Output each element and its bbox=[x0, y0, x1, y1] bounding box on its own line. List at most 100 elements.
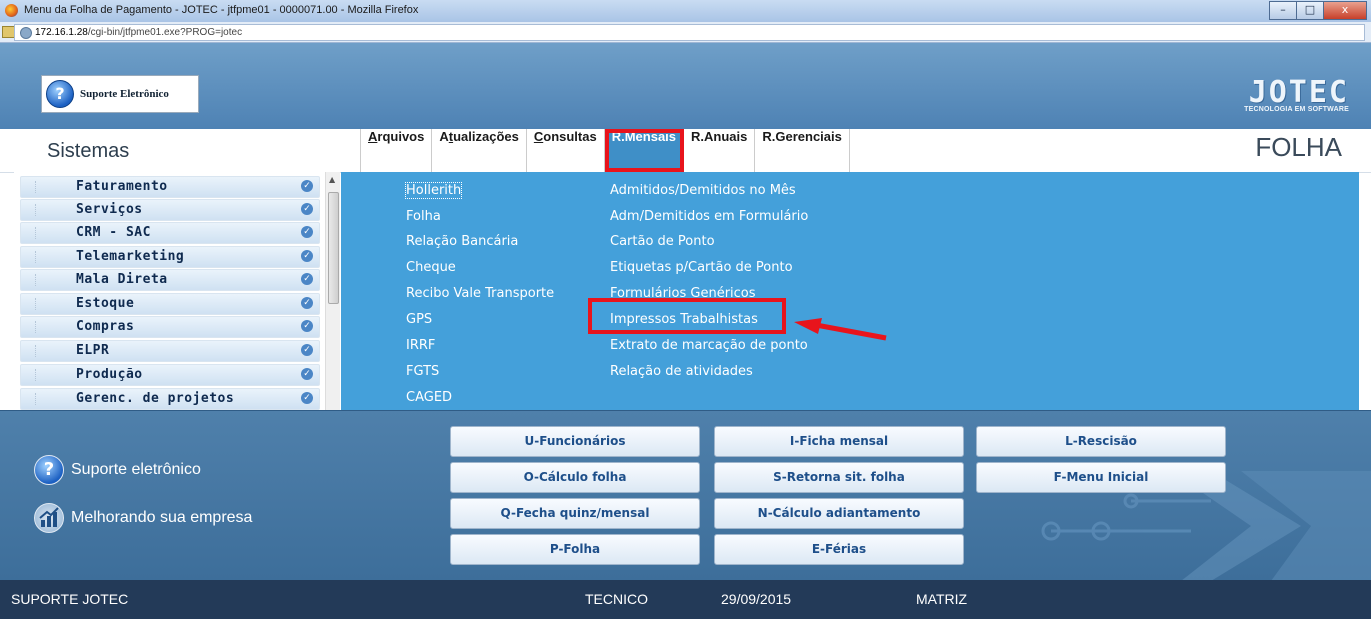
menu-item-relacao-atividades[interactable]: Relação de atividades bbox=[610, 364, 753, 379]
sidebar-item-elpr[interactable]: ELPR ✓ bbox=[20, 340, 320, 362]
l-rescisao-button[interactable]: L-Rescisão bbox=[976, 426, 1226, 457]
scrollbar-thumb[interactable] bbox=[328, 192, 339, 304]
menu-consultas-rest: onsultas bbox=[543, 129, 597, 144]
sidebar-item-label: Produção bbox=[76, 367, 143, 382]
melhorando-empresa-link[interactable]: Melhorando sua empresa bbox=[34, 503, 252, 533]
jotec-logo: JOTEC TECNOLOGIA EM SOFTWARE bbox=[1244, 75, 1349, 114]
menu-consultas[interactable]: Consultas bbox=[527, 129, 605, 172]
sidebar-item-label: Estoque bbox=[76, 296, 135, 311]
red-arrow-icon bbox=[794, 318, 887, 341]
menu-item-folha[interactable]: Folha bbox=[406, 209, 441, 224]
suporte-eletronico-button[interactable]: ? Suporte Eletrônico bbox=[41, 75, 199, 113]
address-bar: 172.16.1.28/cgi-bin/jtfpme01.exe?PROG=jo… bbox=[0, 22, 1371, 43]
sidebar-item-crm-sac[interactable]: CRM - SAC ✓ bbox=[20, 222, 320, 244]
maximize-button[interactable]: □ bbox=[1296, 1, 1324, 20]
sidebar-scrollbar[interactable]: ▲ bbox=[325, 172, 340, 410]
logo-main-text: JOTEC bbox=[1248, 75, 1349, 110]
grip-icon bbox=[35, 204, 38, 216]
check-icon: ✓ bbox=[301, 180, 313, 192]
menu-bar: Sistemas Arquivos Atualizações Consultas… bbox=[0, 129, 1371, 173]
menu-arquivos-accel: A bbox=[368, 129, 378, 144]
grip-icon bbox=[35, 274, 38, 286]
sidebar-item-label: Serviços bbox=[76, 202, 143, 217]
sidebar-item-faturamento[interactable]: Faturamento ✓ bbox=[20, 176, 320, 198]
logo-sub-text: TECNOLOGIA EM SOFTWARE bbox=[1244, 106, 1349, 113]
help-icon: ? bbox=[46, 80, 74, 108]
melhorando-empresa-text: Melhorando sua empresa bbox=[71, 509, 253, 526]
p-folha-button[interactable]: P-Folha bbox=[450, 534, 700, 565]
sidebar-item-label: Compras bbox=[76, 319, 135, 334]
url-path: /cgi-bin/jtfpme01.exe?PROG=jotec bbox=[87, 27, 243, 38]
suporte-eletronico-link[interactable]: ? Suporte eletrônico bbox=[34, 455, 201, 485]
u-funcionarios-button[interactable]: U-Funcionários bbox=[450, 426, 700, 457]
check-icon: ✓ bbox=[301, 320, 313, 332]
i-ficha-mensal-button[interactable]: I-Ficha mensal bbox=[714, 426, 964, 457]
s-retorna-sit-folha-button[interactable]: S-Retorna sit. folha bbox=[714, 462, 964, 493]
menu-consultas-accel: C bbox=[533, 129, 544, 144]
menu-item-recibo-vale-transporte[interactable]: Recibo Vale Transporte bbox=[406, 286, 554, 301]
menu-item-cartao-ponto[interactable]: Cartão de Ponto bbox=[610, 234, 715, 249]
grip-icon bbox=[35, 393, 38, 405]
sidebar-item-label: Faturamento bbox=[76, 179, 168, 194]
status-bar: SUPORTE JOTEC TECNICO 29/09/2015 MATRIZ bbox=[0, 580, 1371, 619]
window-titlebar: Menu da Folha de Pagamento - JOTEC - jtf… bbox=[0, 0, 1371, 23]
menu-item-extrato-marcacao-ponto[interactable]: Extrato de marcação de ponto bbox=[610, 338, 808, 353]
menu-atualizacoes-pre: A bbox=[439, 129, 449, 144]
grip-icon bbox=[35, 369, 38, 381]
menu-r-anuais[interactable]: R.Anuais bbox=[684, 129, 756, 172]
sistemas-title: Sistemas bbox=[47, 140, 130, 162]
window-title: Menu da Folha de Pagamento - JOTEC - jtf… bbox=[24, 4, 419, 16]
sidebar-item-label: CRM - SAC bbox=[76, 225, 151, 240]
menu-item-gps[interactable]: GPS bbox=[406, 312, 432, 327]
minimize-button[interactable]: – bbox=[1269, 1, 1297, 20]
status-user: SUPORTE JOTEC bbox=[11, 591, 129, 607]
sidebar-item-servicos[interactable]: Serviços ✓ bbox=[20, 199, 320, 221]
suporte-eletronico-text: Suporte eletrônico bbox=[71, 461, 201, 478]
q-fecha-quinz-mensal-button[interactable]: Q-Fecha quinz/mensal bbox=[450, 498, 700, 529]
sidebar-item-label: Gerenc. de projetos bbox=[76, 391, 235, 406]
sidebar-item-mala-direta[interactable]: Mala Direta ✓ bbox=[20, 269, 320, 291]
url-field[interactable]: 172.16.1.28/cgi-bin/jtfpme01.exe?PROG=jo… bbox=[14, 24, 1365, 41]
chart-icon-graphic bbox=[39, 507, 59, 527]
o-calculo-folha-button[interactable]: O-Cálculo folha bbox=[450, 462, 700, 493]
sidebar-item-label: ELPR bbox=[76, 343, 110, 358]
sidebar-item-label: Telemarketing bbox=[76, 249, 185, 264]
menu-arquivos[interactable]: Arquivos bbox=[361, 129, 433, 172]
help-icon: ? bbox=[34, 455, 64, 485]
sidebar-item-gerenc-projetos[interactable]: Gerenc. de projetos ✓ bbox=[20, 388, 320, 410]
close-button[interactable]: x bbox=[1323, 1, 1367, 20]
menu-item-irrf[interactable]: IRRF bbox=[406, 338, 435, 353]
check-icon: ✓ bbox=[301, 203, 313, 215]
sidebar-item-producao[interactable]: Produção ✓ bbox=[20, 364, 320, 386]
grip-icon bbox=[35, 227, 38, 239]
sidebar-item-estoque[interactable]: Estoque ✓ bbox=[20, 293, 320, 315]
menu-item-admitidos-demitidos[interactable]: Admitidos/Demitidos no Mês bbox=[610, 183, 796, 198]
menu-item-adm-demitidos-formulario[interactable]: Adm/Demitidos em Formulário bbox=[610, 209, 808, 224]
menu-r-gerenciais[interactable]: R.Gerenciais bbox=[755, 129, 850, 172]
menu-arquivos-rest: rquivos bbox=[377, 129, 425, 144]
grip-icon bbox=[35, 345, 38, 357]
check-icon: ✓ bbox=[301, 250, 313, 262]
menu-item-relacao-bancaria[interactable]: Relação Bancária bbox=[406, 234, 518, 249]
menu-item-hollerith[interactable]: Hollerith bbox=[404, 182, 463, 199]
menu-item-caged[interactable]: CAGED bbox=[406, 390, 452, 405]
grip-icon bbox=[35, 321, 38, 333]
check-icon: ✓ bbox=[301, 344, 313, 356]
chart-icon bbox=[34, 503, 64, 533]
e-ferias-button[interactable]: E-Férias bbox=[714, 534, 964, 565]
menu-r-mensais[interactable]: R.Mensais bbox=[604, 129, 685, 172]
menu-item-cheque[interactable]: Cheque bbox=[406, 260, 456, 275]
grip-icon bbox=[35, 251, 38, 263]
check-icon: ✓ bbox=[301, 392, 313, 404]
scroll-up-icon[interactable]: ▲ bbox=[329, 175, 335, 184]
sidebar-item-label: Mala Direta bbox=[76, 272, 168, 287]
menu-atualizacoes[interactable]: Atualizações bbox=[432, 129, 527, 172]
sidebar-item-telemarketing[interactable]: Telemarketing ✓ bbox=[20, 246, 320, 268]
r-mensais-dropdown: Hollerith Folha Relação Bancária Cheque … bbox=[341, 172, 1359, 410]
f-menu-inicial-button[interactable]: F-Menu Inicial bbox=[976, 462, 1226, 493]
n-calculo-adiantamento-button[interactable]: N-Cálculo adiantamento bbox=[714, 498, 964, 529]
sidebar-item-compras[interactable]: Compras ✓ bbox=[20, 316, 320, 338]
highlight-box bbox=[588, 298, 786, 334]
menu-item-etiquetas-cartao-ponto[interactable]: Etiquetas p/Cartão de Ponto bbox=[610, 260, 793, 275]
menu-item-fgts[interactable]: FGTS bbox=[406, 364, 439, 379]
